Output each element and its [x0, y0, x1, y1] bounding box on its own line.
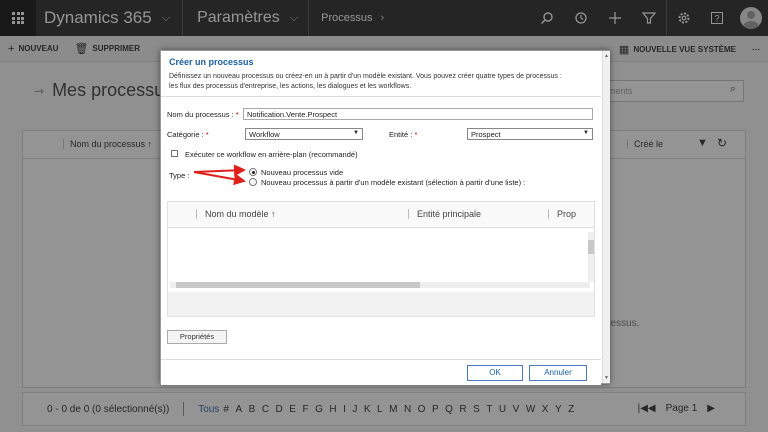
process-name-label: Nom du processus : *: [167, 110, 239, 119]
process-name-input[interactable]: Notification.Vente.Prospect: [243, 108, 593, 120]
category-select[interactable]: Workflow ▼: [245, 128, 363, 140]
entity-select[interactable]: Prospect ▼: [467, 128, 593, 140]
dialog-description: Définissez un nouveau processus ou créez…: [169, 73, 562, 90]
dialog-body: Nom du processus : * Notification.Vente.…: [161, 97, 601, 359]
template-grid-footer: [168, 292, 594, 316]
template-grid-horizontal-scrollbar[interactable]: [170, 282, 590, 288]
type-label: Type :: [169, 171, 190, 180]
run-background-checkbox[interactable]: [171, 150, 178, 157]
category-value: Workflow: [249, 130, 280, 139]
entity-label: Entité : *: [389, 130, 418, 139]
template-grid-header: Nom du modèle ↑ Entité principale Prop: [168, 202, 594, 228]
dialog-title: Créer un processus: [169, 57, 254, 67]
template-grid: Nom du modèle ↑ Entité principale Prop: [167, 201, 595, 317]
column-header-model[interactable]: Nom du modèle ↑: [196, 209, 276, 219]
column-header-prop[interactable]: Prop: [548, 209, 576, 219]
dialog-vertical-scrollbar[interactable]: ▲ ▼: [602, 51, 610, 383]
run-background-label: Exécuter ce workflow en arrière-plan (re…: [185, 150, 358, 159]
dropdown-arrow-icon: ▼: [583, 130, 589, 136]
type-option-new-label: Nouveau processus vide: [261, 168, 344, 177]
template-grid-vertical-scrollbar[interactable]: [588, 232, 594, 282]
type-option-template-label: Nouveau processus à partir d'un modèle e…: [261, 178, 526, 187]
ok-button[interactable]: OK: [467, 365, 523, 381]
dialog-footer: OK Annuler: [161, 359, 601, 385]
properties-button[interactable]: Propriétés: [167, 330, 227, 344]
dropdown-arrow-icon: ▼: [353, 130, 359, 136]
category-label: Catégorie : *: [167, 130, 209, 139]
scroll-down-icon[interactable]: ▼: [604, 375, 609, 381]
column-header-entity[interactable]: Entité principale: [408, 209, 481, 219]
scroll-up-icon[interactable]: ▲: [604, 53, 609, 59]
type-radio-new[interactable]: [249, 168, 257, 176]
create-process-dialog: Créer un processus Définissez un nouveau…: [160, 50, 610, 385]
dialog-header: Créer un processus Définissez un nouveau…: [161, 51, 601, 97]
entity-value: Prospect: [471, 130, 501, 139]
type-radio-template[interactable]: [249, 178, 257, 186]
cancel-button[interactable]: Annuler: [529, 365, 587, 381]
